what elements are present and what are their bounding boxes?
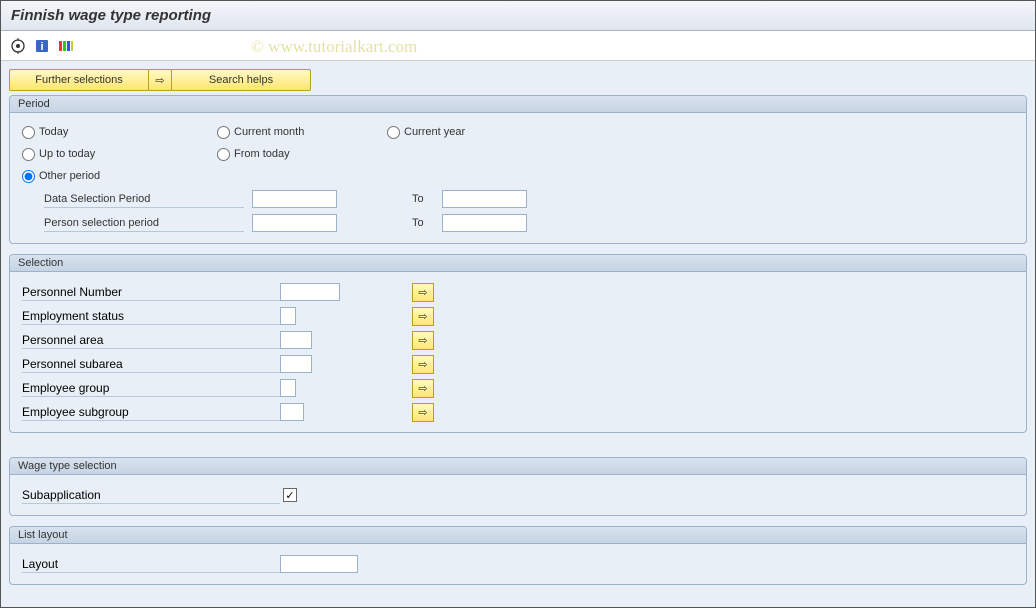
selection-field-input[interactable] (280, 307, 296, 325)
info-icon[interactable]: i (33, 37, 51, 55)
multiple-selection-button[interactable]: ⇨ (412, 355, 434, 374)
toolbar: i (1, 31, 1035, 61)
radio-current-year-label: Current year (404, 126, 465, 138)
execute-icon[interactable] (9, 37, 27, 55)
data-selection-to-label: To (412, 193, 442, 205)
multiple-selection-button[interactable]: ⇨ (412, 331, 434, 350)
period-group-title: Period (10, 96, 1026, 113)
radio-from-today-input[interactable] (217, 148, 230, 161)
data-selection-to-input[interactable] (442, 190, 527, 208)
radio-up-to-today-label: Up to today (39, 148, 95, 160)
arrow-right-icon: ⇨ (418, 286, 427, 299)
subapplication-label: Subapplication (22, 486, 280, 504)
further-selections-button[interactable]: Further selections (9, 69, 149, 91)
main-area: Further selections ⇨ Search helps Period… (1, 61, 1035, 607)
radio-up-to-today[interactable]: Up to today (22, 148, 217, 161)
selection-field-input[interactable] (280, 355, 312, 373)
selection-row: Personnel Number ⇨ (22, 280, 1014, 304)
color-icon[interactable] (57, 37, 75, 55)
selection-field-label: Employee subgroup (22, 403, 280, 421)
selection-field-label: Employee group (22, 379, 280, 397)
radio-up-to-today-input[interactable] (22, 148, 35, 161)
data-selection-label: Data Selection Period (22, 190, 252, 208)
person-selection-to-label: To (412, 217, 442, 229)
arrow-right-icon: ⇨ (155, 74, 164, 87)
layout-group: List layout Layout (9, 526, 1027, 585)
person-selection-from-input[interactable] (252, 214, 337, 232)
action-buttons: Further selections ⇨ Search helps (9, 69, 1027, 91)
arrow-right-button[interactable]: ⇨ (148, 69, 172, 91)
layout-group-title: List layout (10, 527, 1026, 544)
period-group: Period Today Current month Current year (9, 95, 1027, 244)
arrow-right-icon: ⇨ (418, 382, 427, 395)
selection-field-input[interactable] (280, 283, 340, 301)
layout-input[interactable] (280, 555, 358, 573)
radio-today-label: Today (39, 126, 68, 138)
svg-text:i: i (40, 41, 43, 53)
selection-row: Personnel area ⇨ (22, 328, 1014, 352)
selection-field-input[interactable] (280, 331, 312, 349)
radio-current-year-input[interactable] (387, 126, 400, 139)
radio-current-month[interactable]: Current month (217, 126, 387, 139)
selection-field-label: Employment status (22, 307, 280, 325)
search-helps-button[interactable]: Search helps (171, 69, 311, 91)
multiple-selection-button[interactable]: ⇨ (412, 283, 434, 302)
radio-current-month-input[interactable] (217, 126, 230, 139)
selection-field-label: Personnel Number (22, 283, 280, 301)
data-selection-from-input[interactable] (252, 190, 337, 208)
selection-row: Employee group ⇨ (22, 376, 1014, 400)
radio-other-period-label: Other period (39, 170, 100, 182)
search-helps-label: Search helps (209, 74, 273, 86)
selection-group: Selection Personnel Number⇨Employment st… (9, 254, 1027, 433)
selection-row: Personnel subarea ⇨ (22, 352, 1014, 376)
arrow-right-icon: ⇨ (418, 310, 427, 323)
further-selections-label: Further selections (35, 74, 122, 86)
arrow-right-icon: ⇨ (418, 334, 427, 347)
radio-current-month-label: Current month (234, 126, 304, 138)
radio-from-today[interactable]: From today (217, 148, 387, 161)
arrow-right-icon: ⇨ (418, 358, 427, 371)
radio-other-period-input[interactable] (22, 170, 35, 183)
radio-from-today-label: From today (234, 148, 290, 160)
arrow-right-icon: ⇨ (418, 406, 427, 419)
subapplication-checkbox[interactable]: ✓ (283, 488, 297, 502)
wage-group: Wage type selection Subapplication ✓ (9, 457, 1027, 516)
multiple-selection-button[interactable]: ⇨ (412, 403, 434, 422)
selection-field-input[interactable] (280, 379, 296, 397)
layout-label: Layout (22, 555, 280, 573)
radio-current-year[interactable]: Current year (387, 126, 547, 139)
selection-field-label: Personnel area (22, 331, 280, 349)
radio-other-period[interactable]: Other period (22, 170, 217, 183)
person-selection-to-input[interactable] (442, 214, 527, 232)
selection-row: Employee subgroup ⇨ (22, 400, 1014, 424)
selection-group-title: Selection (10, 255, 1026, 272)
radio-today[interactable]: Today (22, 126, 217, 139)
page-title: Finnish wage type reporting (1, 1, 1035, 31)
person-selection-label: Person selection period (22, 214, 252, 232)
multiple-selection-button[interactable]: ⇨ (412, 379, 434, 398)
selection-row: Employment status ⇨ (22, 304, 1014, 328)
radio-today-input[interactable] (22, 126, 35, 139)
multiple-selection-button[interactable]: ⇨ (412, 307, 434, 326)
selection-field-input[interactable] (280, 403, 304, 421)
wage-group-title: Wage type selection (10, 458, 1026, 475)
selection-field-label: Personnel subarea (22, 355, 280, 373)
